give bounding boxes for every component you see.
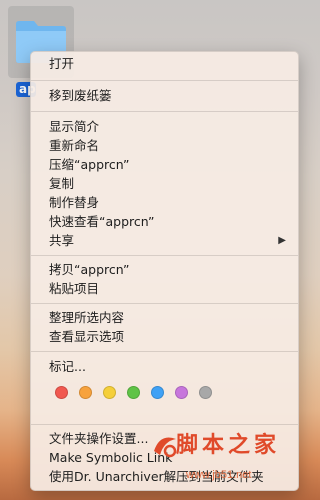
menu-item-quick-look[interactable]: 快速查看“apprcn” <box>49 212 288 232</box>
menu-item-share[interactable]: 共享 ▶ <box>49 231 288 251</box>
context-menu: 打开 移到废纸篓 显示简介 重新命名 压缩“apprcn” 复制 制作替身 快速… <box>30 51 299 491</box>
menu-separator <box>31 351 298 352</box>
menu-item-tags[interactable]: 标记... <box>49 357 288 377</box>
menu-item-paste[interactable]: 粘贴项目 <box>49 279 288 299</box>
menu-separator <box>31 303 298 304</box>
watermark: 脚本之家 www.jb51.net <box>150 427 310 497</box>
tag-blue-dot[interactable] <box>151 386 164 399</box>
menu-item-copy[interactable]: 拷贝“apprcn” <box>49 260 288 280</box>
tag-orange-dot[interactable] <box>79 386 92 399</box>
menu-separator <box>31 80 298 81</box>
tag-green-dot[interactable] <box>127 386 140 399</box>
menu-item-duplicate[interactable]: 复制 <box>49 174 288 194</box>
menu-item-make-alias[interactable]: 制作替身 <box>49 193 288 213</box>
watermark-title: 脚本之家 <box>176 432 281 458</box>
tag-purple-dot[interactable] <box>175 386 188 399</box>
menu-item-move-to-trash[interactable]: 移到废纸篓 <box>49 86 288 106</box>
tag-yellow-dot[interactable] <box>103 386 116 399</box>
menu-item-compress[interactable]: 压缩“apprcn” <box>49 155 288 175</box>
menu-item-get-info[interactable]: 显示简介 <box>49 117 288 137</box>
tag-gray-dot[interactable] <box>199 386 212 399</box>
submenu-arrow-icon: ▶ <box>278 235 286 246</box>
watermark-url: www.jb51.net <box>186 469 252 481</box>
menu-item-open[interactable]: 打开 <box>49 54 288 74</box>
menu-item-show-view-options[interactable]: 查看显示选项 <box>49 327 288 347</box>
menu-item-clean-up-selection[interactable]: 整理所选内容 <box>49 308 288 328</box>
menu-item-rename[interactable]: 重新命名 <box>49 136 288 156</box>
menu-item-share-label: 共享 <box>49 233 75 248</box>
tag-red-dot[interactable] <box>55 386 68 399</box>
menu-separator <box>31 424 298 425</box>
menu-separator <box>31 255 298 256</box>
menu-separator <box>31 111 298 112</box>
